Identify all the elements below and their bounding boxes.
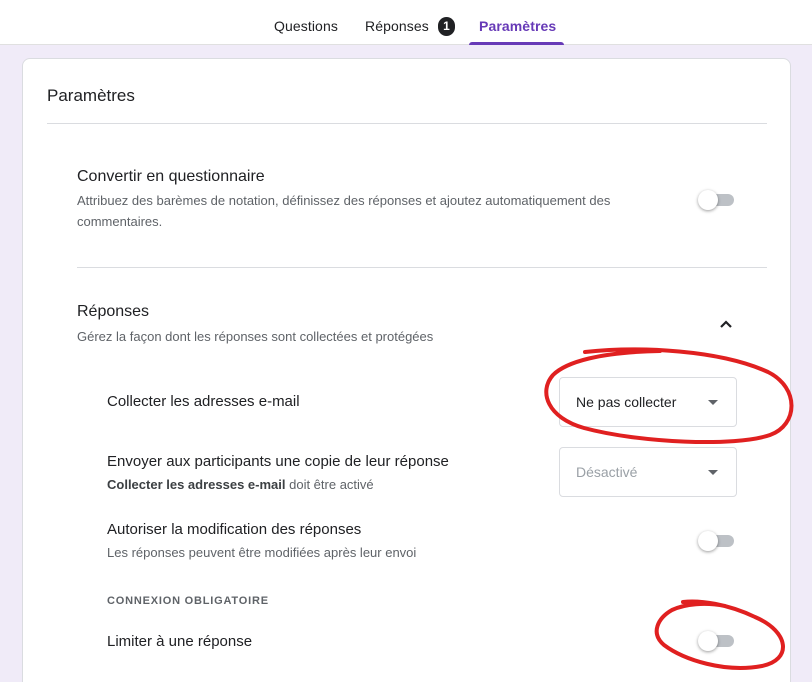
responses-section-description: Gérez la façon dont les réponses sont co… bbox=[77, 329, 434, 344]
responses-section-title: Réponses bbox=[77, 303, 150, 320]
send-copy-label: Envoyer aux participants une copie de le… bbox=[107, 453, 449, 470]
login-required-heading: CONNEXION OBLIGATOIRE bbox=[107, 595, 269, 607]
chevron-up-icon[interactable] bbox=[716, 314, 736, 334]
toggle-thumb bbox=[698, 190, 718, 210]
collect-emails-label: Collecter les adresses e-mail bbox=[107, 393, 300, 410]
send-copy-select[interactable]: Désactivé bbox=[559, 447, 737, 497]
send-copy-value: Désactivé bbox=[576, 464, 638, 480]
dropdown-arrow-icon bbox=[708, 470, 718, 475]
send-copy-desc-bold: Collecter les adresses e-mail bbox=[107, 477, 286, 492]
quiz-description: Attribuez des barèmes de notation, défin… bbox=[77, 193, 611, 229]
page-title: Paramètres bbox=[47, 86, 135, 105]
quiz-toggle[interactable] bbox=[698, 189, 736, 210]
send-copy-description: Collecter les adresses e-mail doit être … bbox=[107, 477, 374, 492]
tab-responses[interactable]: Réponses bbox=[365, 18, 429, 34]
section-divider bbox=[77, 267, 767, 268]
responses-count-badge: 1 bbox=[438, 17, 455, 36]
quiz-title: Convertir en questionnaire bbox=[77, 168, 265, 185]
tab-settings[interactable]: Paramètres bbox=[479, 18, 556, 34]
toggle-thumb bbox=[698, 531, 718, 551]
top-navigation-bar: Questions Réponses 1 Paramètres bbox=[0, 0, 812, 45]
collect-emails-value: Ne pas collecter bbox=[576, 394, 677, 410]
tab-questions[interactable]: Questions bbox=[274, 18, 338, 34]
limit-one-label: Limiter à une réponse bbox=[107, 633, 253, 650]
allow-edit-toggle[interactable] bbox=[698, 530, 736, 551]
toggle-thumb bbox=[698, 631, 718, 651]
send-copy-desc-rest: doit être activé bbox=[285, 477, 374, 492]
settings-card: Paramètres Convertir en questionnaire At… bbox=[22, 58, 791, 682]
collect-emails-select[interactable]: Ne pas collecter bbox=[559, 377, 737, 427]
allow-edit-label: Autoriser la modification des réponses bbox=[107, 521, 362, 538]
active-tab-indicator bbox=[469, 42, 564, 45]
limit-one-toggle[interactable] bbox=[698, 630, 736, 651]
title-divider bbox=[47, 123, 767, 124]
dropdown-arrow-icon bbox=[708, 400, 718, 405]
allow-edit-description: Les réponses peuvent être modifiées aprè… bbox=[107, 545, 417, 560]
